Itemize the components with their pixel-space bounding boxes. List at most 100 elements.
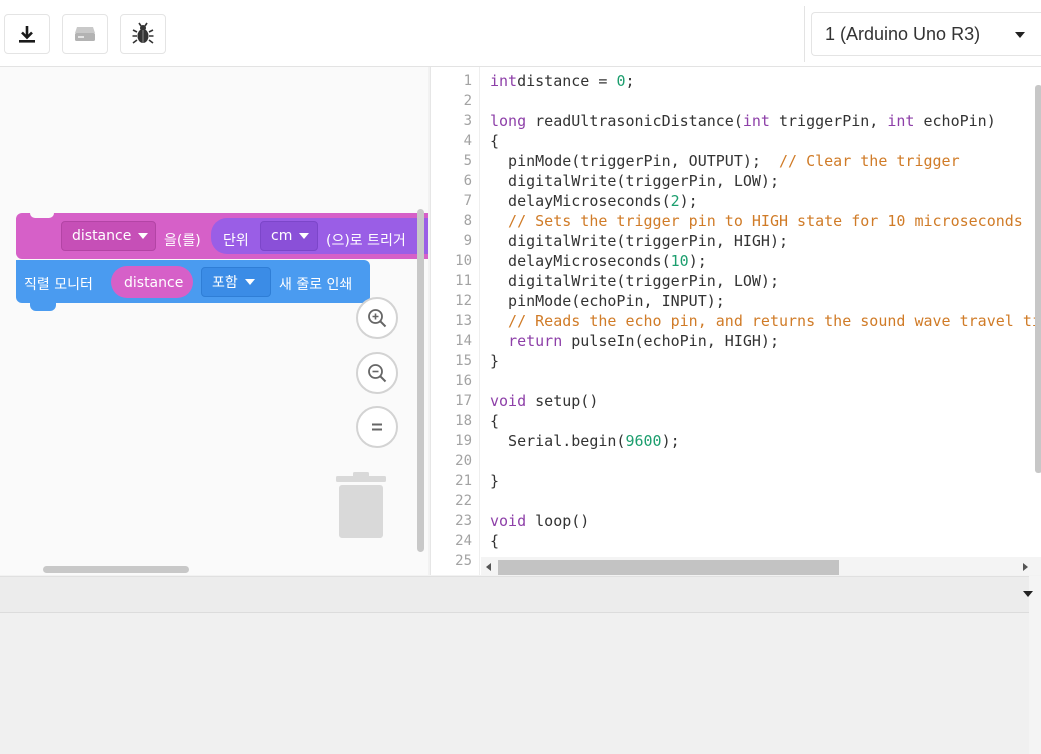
block-workspace[interactable]: distance 을(를) 단위 cm (으)로 트리거 직렬 모니터 dist… (0, 67, 428, 575)
line-number: 11 (455, 273, 472, 289)
code-line-text: long readUltrasonicDistance(int triggerP… (490, 112, 996, 130)
code-line[interactable]: 24 { (431, 531, 1035, 551)
block-text-newline: 새 줄로 인쇄 (279, 277, 353, 293)
block-text-unit: 단위 (223, 233, 249, 249)
zoom-in-button[interactable] (356, 297, 398, 339)
line-number: 21 (455, 473, 472, 489)
code-line[interactable]: 9 digitalWrite(triggerPin, HIGH); (431, 231, 1035, 251)
scroll-left-icon[interactable] (486, 563, 491, 571)
line-number: 18 (455, 413, 472, 429)
code-line-text: } (490, 472, 500, 490)
line-number: 1 (463, 73, 472, 89)
line-number: 16 (455, 373, 472, 389)
chevron-down-icon (299, 233, 310, 239)
line-number: 8 (463, 213, 472, 229)
code-line-text: // Sets the trigger pin to HIGH state fo… (490, 212, 1023, 230)
block-tab (30, 303, 56, 311)
chevron-down-icon (138, 233, 149, 239)
equals-icon (372, 423, 382, 431)
newline-dropdown[interactable]: 포함 (201, 267, 271, 297)
zoom-out-icon (368, 364, 387, 383)
variable-dropdown-label: distance (72, 228, 132, 244)
code-line[interactable]: 23 void loop() (431, 511, 1035, 531)
code-line[interactable]: 2 (431, 91, 1035, 111)
line-number: 5 (463, 153, 472, 169)
code-line-text: void loop() (490, 512, 590, 530)
code-line[interactable]: 10 delayMicroseconds(10); (431, 251, 1035, 271)
newline-dropdown-label: 포함 (212, 275, 238, 291)
line-number: 23 (455, 513, 472, 529)
code-line-text: } (490, 352, 500, 370)
code-line[interactable]: 7 delayMicroseconds(2); (431, 191, 1035, 211)
code-editor[interactable]: 1 intdistance = 0; 2 3 long readUltrasonicDi… (430, 67, 1041, 575)
line-number: 7 (463, 193, 472, 209)
code-line[interactable]: 3 long readUltrasonicDistance(int trigger… (431, 111, 1035, 131)
line-number: 2 (463, 93, 472, 109)
code-line-text: void setup() (490, 392, 599, 410)
code-line[interactable]: 8 // Sets the trigger pin to HIGH state … (431, 211, 1035, 231)
zoom-out-button[interactable] (356, 352, 398, 394)
workspace-vertical-scrollbar[interactable] (417, 209, 424, 552)
code-line-text: intdistance = 0; (490, 72, 635, 90)
code-line-text: { (490, 532, 500, 550)
code-line[interactable]: 16 (431, 371, 1035, 391)
serial-monitor-panel (0, 576, 1041, 754)
download-icon (19, 26, 35, 43)
variable-reporter-label: distance (124, 275, 184, 291)
code-line-text: delayMicroseconds(2); (490, 192, 698, 210)
serial-monitor-scrollbar[interactable] (1029, 576, 1041, 754)
variable-dropdown[interactable]: distance (61, 221, 156, 251)
block-text-trigger: (으)로 트리거 (326, 233, 406, 249)
code-line[interactable]: 21} (431, 471, 1035, 491)
code-line-text: return pulseIn(echoPin, HIGH); (508, 332, 779, 350)
code-line[interactable]: 22 (431, 491, 1035, 511)
serial-monitor-header (0, 576, 1041, 613)
unit-dropdown[interactable]: cm (260, 221, 318, 251)
code-line[interactable]: 13 // Reads the echo pin, and returns th… (431, 311, 1041, 331)
code-line[interactable]: 15} (431, 351, 1035, 371)
code-line[interactable]: 1 intdistance = 0; (431, 71, 1035, 91)
debug-button[interactable] (120, 14, 166, 54)
code-line-text: { (490, 412, 500, 430)
code-line-text: Serial.begin(9600); (490, 432, 680, 450)
code-vertical-scrollbar[interactable] (1035, 85, 1041, 473)
chevron-down-icon[interactable] (1023, 591, 1033, 597)
trash-icon[interactable] (334, 472, 388, 540)
zoom-reset-button[interactable] (356, 406, 398, 448)
unit-dropdown-label: cm (271, 228, 293, 244)
code-line[interactable]: 4{ (431, 131, 1035, 151)
code-line[interactable]: 5 pinMode(triggerPin, OUTPUT); // Clear … (431, 151, 1035, 171)
line-number: 13 (455, 313, 472, 329)
toolbar-divider (804, 6, 805, 62)
code-line[interactable]: 6 digitalWrite(triggerPin, LOW); (431, 171, 1035, 191)
workspace-horizontal-scrollbar[interactable] (43, 566, 189, 573)
download-button[interactable] (4, 14, 50, 54)
line-number: 24 (455, 533, 472, 549)
line-number: 10 (455, 253, 472, 269)
line-number: 14 (455, 333, 472, 349)
block-notch (30, 213, 54, 218)
upload-button[interactable] (62, 14, 108, 54)
board-select[interactable]: 1 (Arduino Uno R3) (811, 12, 1041, 56)
code-line[interactable]: 19 Serial.begin(9600); (431, 431, 1035, 451)
code-line[interactable]: 18 { (431, 411, 1035, 431)
block-text-object: 을(를) (164, 233, 201, 249)
code-line[interactable]: 12 pinMode(echoPin, INPUT); (431, 291, 1035, 311)
code-line-text: pinMode(echoPin, INPUT); (490, 292, 725, 310)
code-line[interactable]: 14 return pulseIn(echoPin, HIGH); (431, 331, 1035, 351)
code-horizontal-scrollbar[interactable] (498, 560, 839, 575)
code-line[interactable]: 20 (431, 451, 1035, 471)
code-line-text: digitalWrite(triggerPin, LOW); (490, 272, 779, 290)
code-line-text: digitalWrite(triggerPin, HIGH); (490, 232, 789, 250)
zoom-in-icon (368, 309, 387, 328)
line-number: 19 (455, 433, 472, 449)
scroll-right-icon[interactable] (1023, 563, 1028, 571)
code-line[interactable]: 11 digitalWrite(triggerPin, LOW); (431, 271, 1035, 291)
line-number: 6 (463, 173, 472, 189)
code-line[interactable]: 17 void setup() (431, 391, 1035, 411)
line-number: 12 (455, 293, 472, 309)
code-line-text: digitalWrite(triggerPin, LOW); (490, 172, 779, 190)
line-number: 9 (463, 233, 472, 249)
line-number: 20 (455, 453, 472, 469)
toolbar: 1 (Arduino Uno R3) (0, 0, 1041, 67)
